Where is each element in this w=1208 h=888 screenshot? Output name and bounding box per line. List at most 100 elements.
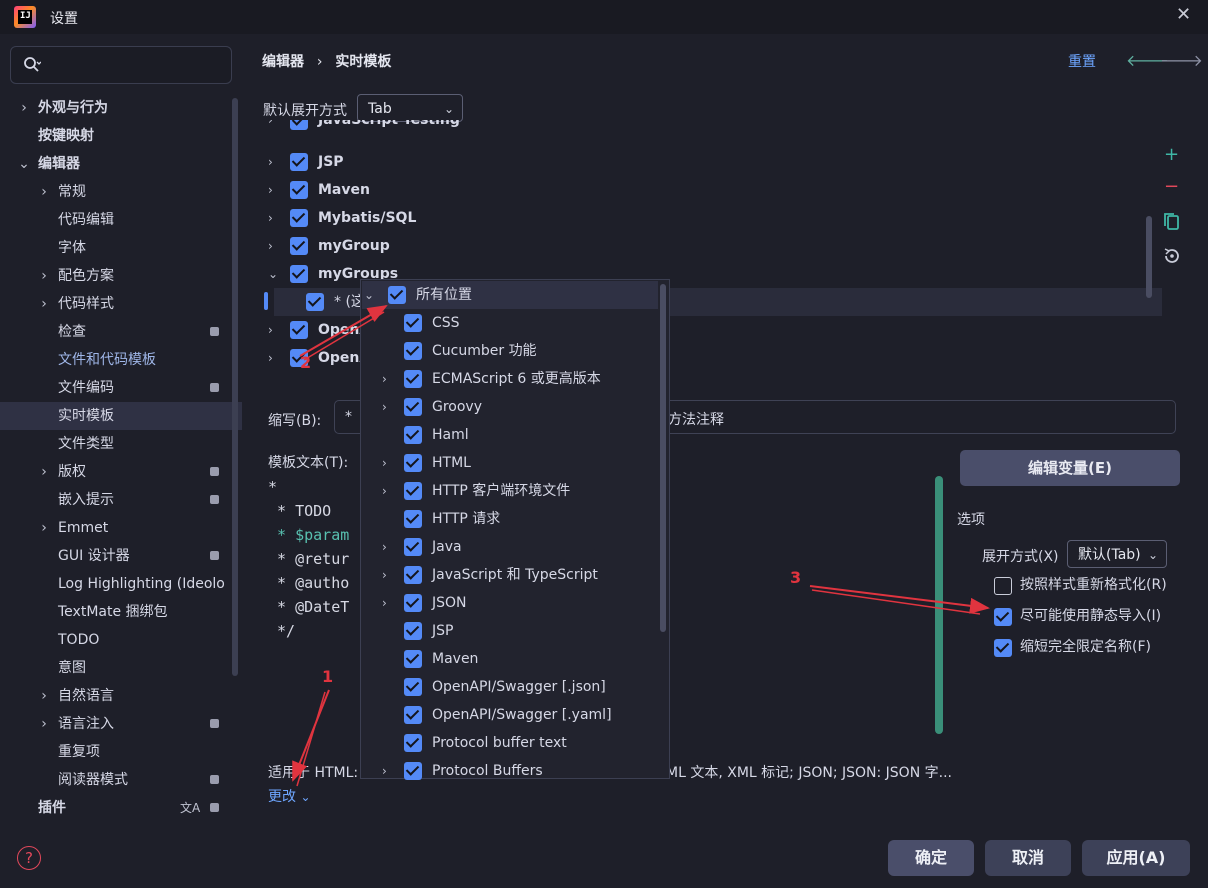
sidebar-item[interactable]: ⌄ 编辑器 <box>0 150 242 178</box>
context-checkbox[interactable] <box>404 370 422 388</box>
template-group-checkbox[interactable] <box>290 181 308 199</box>
context-popup-item[interactable]: CSS <box>362 309 658 337</box>
context-checkbox[interactable] <box>404 398 422 416</box>
change-context-link[interactable]: 更改 ⌄ <box>268 786 311 806</box>
context-checkbox[interactable] <box>404 706 422 724</box>
options-expand-select[interactable]: 默认(Tab) ⌄ <box>1067 540 1167 568</box>
sidebar-item[interactable]: Log Highlighting (Ideolo <box>0 570 242 598</box>
close-icon[interactable]: ✕ <box>1176 4 1191 25</box>
sidebar-item[interactable]: TODO <box>0 626 242 654</box>
sidebar-item[interactable]: › 外观与行为 <box>0 94 242 122</box>
sidebar-item[interactable]: 文件编码 <box>0 374 242 402</box>
chevron-icon[interactable]: › <box>382 757 387 785</box>
remove-icon[interactable]: − <box>1164 176 1179 197</box>
sidebar-item[interactable]: › 语言注入 <box>0 710 242 738</box>
chevron-icon[interactable]: › <box>38 262 50 290</box>
template-group-checkbox[interactable] <box>290 153 308 171</box>
add-icon[interactable]: + <box>1164 144 1179 165</box>
edit-variables-button[interactable]: 编辑变量(E) <box>960 450 1180 486</box>
sidebar-item[interactable]: 实时模板 <box>0 402 242 430</box>
sidebar-item[interactable]: › Emmet <box>0 514 242 542</box>
context-popup-item[interactable]: OpenAPI/Swagger [.yaml] <box>362 701 658 729</box>
editor-scrollbar[interactable] <box>935 476 943 734</box>
sidebar-item[interactable]: TextMate 捆绑包 <box>0 598 242 626</box>
context-popup-item[interactable]: › JSON <box>362 589 658 617</box>
forward-arrow-icon[interactable]: 🡒 <box>1160 50 1203 70</box>
context-checkbox[interactable] <box>404 650 422 668</box>
sidebar-item[interactable]: 插件 文A <box>0 794 242 822</box>
template-group-row[interactable]: › Mybatis/SQL <box>262 204 1150 232</box>
template-group-checkbox[interactable] <box>290 265 308 283</box>
context-checkbox[interactable] <box>404 510 422 528</box>
default-expand-select[interactable]: Tab ⌄ <box>357 94 463 122</box>
template-list-scrollbar[interactable] <box>1146 216 1152 298</box>
sidebar-item[interactable]: 嵌入提示 <box>0 486 242 514</box>
template-group-checkbox[interactable] <box>290 321 308 339</box>
context-popup-item[interactable]: Cucumber 功能 <box>362 337 658 365</box>
context-popup-item[interactable]: Maven <box>362 645 658 673</box>
help-icon[interactable]: ? <box>17 846 41 870</box>
chevron-icon[interactable]: › <box>268 232 273 260</box>
chevron-icon[interactable]: › <box>382 477 387 505</box>
context-popup-item[interactable]: › Groovy <box>362 393 658 421</box>
context-popup-item[interactable]: › HTML <box>362 449 658 477</box>
context-checkbox[interactable] <box>388 286 406 304</box>
chevron-icon[interactable]: › <box>382 561 387 589</box>
chevron-icon[interactable]: › <box>382 365 387 393</box>
chevron-icon[interactable]: › <box>268 148 273 176</box>
context-popup-item[interactable]: Haml <box>362 421 658 449</box>
chevron-icon[interactable]: ⌄ <box>364 281 374 309</box>
sidebar-item[interactable]: 阅读器模式 <box>0 766 242 794</box>
context-checkbox[interactable] <box>404 538 422 556</box>
copy-icon[interactable] <box>1163 212 1181 232</box>
context-popup-item[interactable]: HTTP 请求 <box>362 505 658 533</box>
settings-search-input[interactable] <box>10 46 232 84</box>
context-checkbox[interactable] <box>404 734 422 752</box>
template-group-checkbox[interactable] <box>290 120 308 130</box>
sidebar-item[interactable]: 文件和代码模板 <box>0 346 242 374</box>
sidebar-item[interactable]: 重复项 <box>0 738 242 766</box>
chevron-icon[interactable]: › <box>268 344 273 372</box>
cancel-button[interactable]: 取消 <box>985 840 1071 876</box>
sidebar-item[interactable]: › 版权 <box>0 458 242 486</box>
context-checkbox[interactable] <box>404 426 422 444</box>
sidebar-item[interactable]: 字体 <box>0 234 242 262</box>
ok-button[interactable]: 确定 <box>888 840 974 876</box>
chevron-icon[interactable]: › <box>18 94 30 122</box>
chevron-icon[interactable]: › <box>382 449 387 477</box>
context-popup-item[interactable]: › JavaScript 和 TypeScript <box>362 561 658 589</box>
chevron-icon[interactable]: ⌄ <box>18 150 30 178</box>
sidebar-item[interactable]: 意图 <box>0 654 242 682</box>
context-checkbox[interactable] <box>404 342 422 360</box>
context-popup-item[interactable]: › Java <box>362 533 658 561</box>
context-checkbox[interactable] <box>404 678 422 696</box>
context-checkbox[interactable] <box>404 454 422 472</box>
chevron-icon[interactable]: › <box>38 458 50 486</box>
template-group-row[interactable]: › Maven <box>262 176 1150 204</box>
context-checkbox[interactable] <box>404 566 422 584</box>
template-group-checkbox[interactable] <box>290 237 308 255</box>
context-checkbox[interactable] <box>404 622 422 640</box>
chevron-icon[interactable]: › <box>268 176 273 204</box>
sidebar-item[interactable]: 按键映射 <box>0 122 242 150</box>
chevron-icon[interactable]: › <box>382 393 387 421</box>
apply-button[interactable]: 应用(A) <box>1082 840 1190 876</box>
context-popup-item[interactable]: JSP <box>362 617 658 645</box>
chevron-icon[interactable]: › <box>38 514 50 542</box>
context-popup-item[interactable]: Protocol buffer text <box>362 729 658 757</box>
breadcrumb-editor[interactable]: 编辑器 <box>262 54 304 70</box>
sidebar-item[interactable]: › 常规 <box>0 178 242 206</box>
template-group-checkbox[interactable] <box>290 209 308 227</box>
sidebar-item[interactable]: 代码编辑 <box>0 206 242 234</box>
chevron-icon[interactable]: › <box>38 290 50 318</box>
context-popup-item[interactable]: OpenAPI/Swagger [.json] <box>362 673 658 701</box>
chevron-icon[interactable]: › <box>38 178 50 206</box>
sidebar-item[interactable]: › 配色方案 <box>0 262 242 290</box>
chevron-icon[interactable]: › <box>382 589 387 617</box>
sidebar-item[interactable]: 文件类型 <box>0 430 242 458</box>
chevron-icon[interactable]: › <box>38 682 50 710</box>
options-checkbox[interactable] <box>994 577 1012 595</box>
options-checkbox[interactable] <box>994 608 1012 626</box>
context-checkbox[interactable] <box>404 482 422 500</box>
context-popup-item[interactable]: ⌄ 所有位置 <box>362 281 658 309</box>
